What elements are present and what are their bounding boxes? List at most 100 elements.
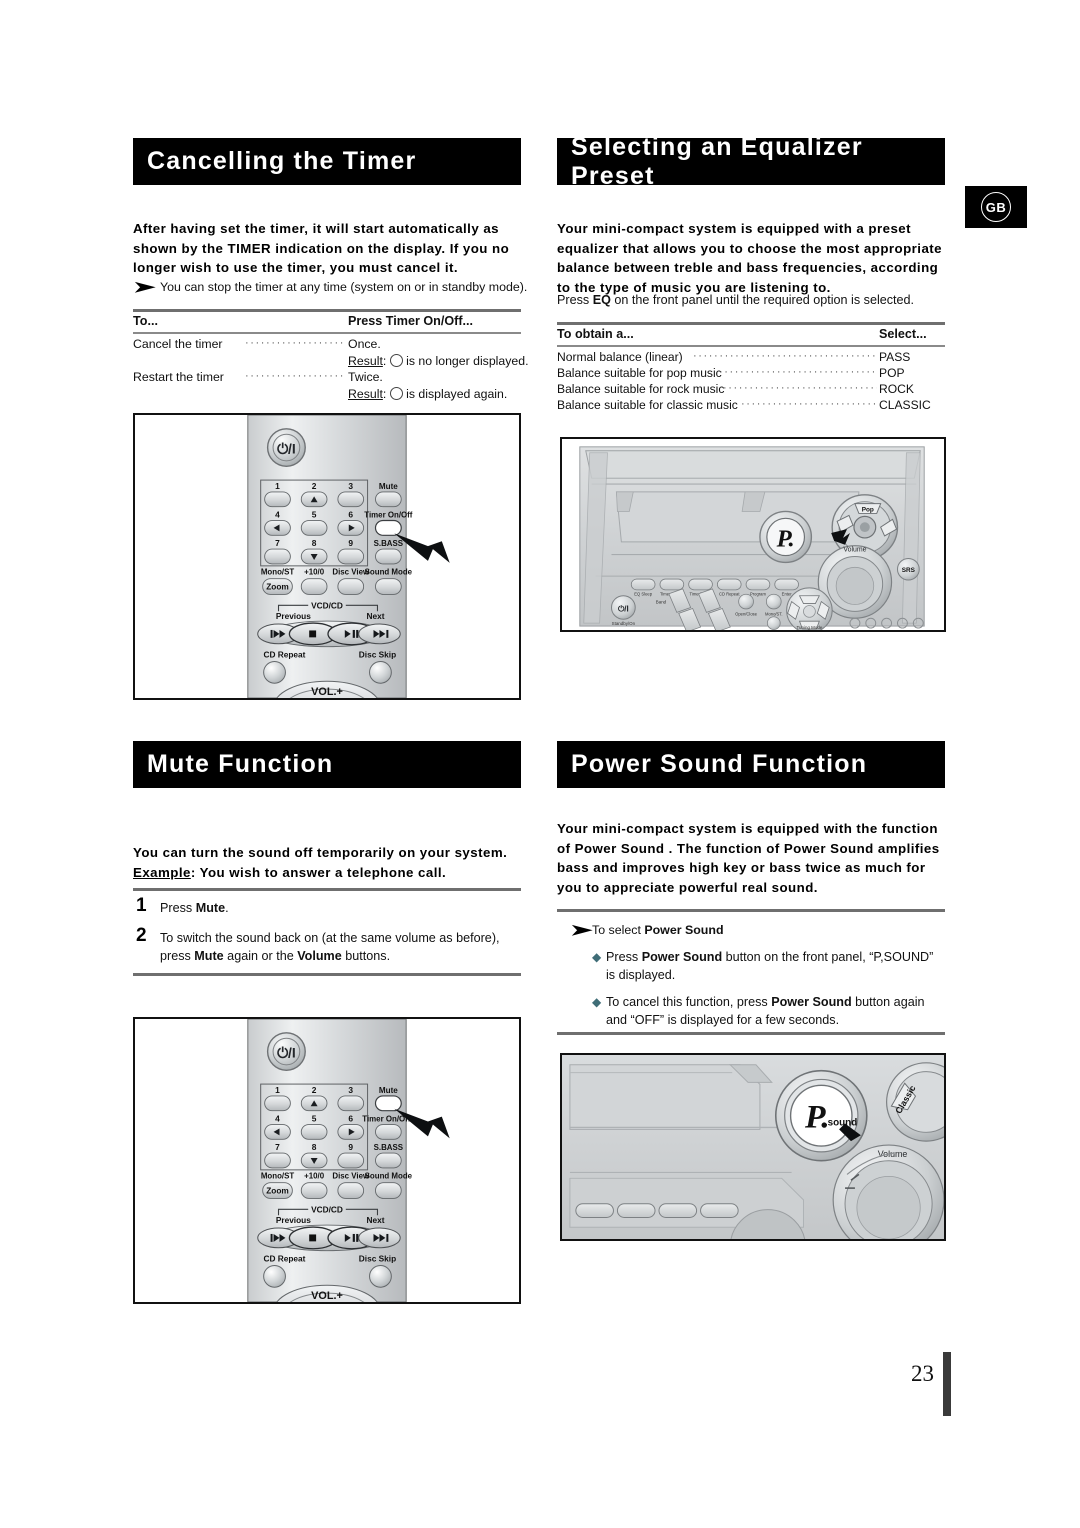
svg-text:⏻/I: ⏻/I (277, 440, 296, 456)
table1-header-col1: To... (133, 314, 158, 328)
leader-dots: ········································… (693, 350, 877, 362)
section-header-power-sound: Power Sound Function (557, 741, 945, 788)
mute-rule-top (133, 888, 521, 891)
table2-row3-value: ROCK (879, 382, 914, 396)
leader-dots: ·························· (245, 337, 345, 349)
svg-text:Sound Mode: Sound Mode (365, 1172, 413, 1181)
svg-text:CD Repeat: CD Repeat (263, 1254, 305, 1264)
table1-top-rule (133, 309, 521, 312)
svg-text:Mono/ST.: Mono/ST. (765, 611, 783, 616)
svg-text:CD Repeat: CD Repeat (263, 650, 305, 660)
svg-text:Volume: Volume (878, 1149, 908, 1159)
svg-text:Previous: Previous (276, 611, 311, 621)
svg-text:9: 9 (348, 1142, 353, 1152)
table1-row1-result-text: is no longer displayed. (406, 354, 529, 368)
svg-text:7: 7 (275, 1142, 280, 1152)
power-sound-bullet-2: To cancel this function, press Power Sou… (606, 995, 925, 1027)
equalizer-instruction: Press EQ on the front panel until the re… (557, 291, 949, 309)
step-number-2: 2 (136, 925, 147, 946)
svg-text:Disc Skip: Disc Skip (359, 650, 396, 660)
table-row: Balance suitable for pop music ·········… (557, 366, 945, 382)
svg-text:7: 7 (275, 538, 280, 548)
cancelling-timer-note: You can stop the timer at any time (syst… (160, 280, 528, 294)
svg-text:CD Repeat: CD Repeat (719, 592, 740, 597)
svg-text:S.BASS: S.BASS (374, 539, 403, 548)
table1-header-col2: Press Timer On/Off... (348, 314, 474, 328)
table1-row2-label: Restart the timer (133, 370, 224, 384)
table1-row2-result: Result: is displayed again. (348, 387, 508, 401)
section-header-equalizer-preset: Selecting an Equalizer Preset (557, 133, 945, 190)
svg-text:3: 3 (348, 481, 353, 491)
mute-intro-line2: Example: You wish to answer a telephone … (133, 864, 447, 880)
svg-text:Open/Close: Open/Close (735, 611, 758, 616)
table2-row1-label: Normal balance (linear) (557, 350, 683, 364)
leader-dots: ········································ (723, 382, 877, 394)
svg-text:Zoom: Zoom (266, 1186, 289, 1196)
diamond-bullet-icon: ◆ (592, 950, 602, 964)
manual-page: GB Cancelling the Timer After having set… (0, 0, 1080, 1528)
result-label: Result (348, 387, 383, 401)
svg-text:Previous: Previous (276, 1215, 311, 1225)
svg-text:Mute: Mute (379, 1086, 398, 1095)
page-number-bar (943, 1352, 951, 1416)
equalizer-instruction-post: on the front panel until the required op… (610, 293, 915, 307)
table2-row2-label: Balance suitable for pop music (557, 366, 722, 380)
table1-row1-label: Cancel the timer (133, 337, 223, 351)
step-number-1: 1 (136, 895, 147, 916)
equalizer-instruction-bold: EQ (592, 293, 611, 307)
svg-text:2: 2 (312, 1085, 317, 1095)
svg-text:Disc Skip: Disc Skip (359, 1254, 396, 1264)
svg-text:4: 4 (275, 1114, 280, 1124)
svg-text:8: 8 (312, 1142, 317, 1152)
table1-header-rule (133, 332, 521, 334)
arrow-bullet-icon: ➤ (570, 922, 594, 939)
svg-text:S.BASS: S.BASS (374, 1143, 403, 1152)
mute-intro-line1: You can turn the sound off temporarily o… (133, 845, 508, 860)
table2-row2-value: POP (879, 366, 905, 380)
svg-text:Standby/On: Standby/On (612, 621, 636, 626)
cancelling-timer-intro: After having set the timer, it will star… (133, 221, 510, 275)
svg-text:VOL.+: VOL.+ (311, 1290, 343, 1302)
table2-row4-label: Balance suitable for classic music (557, 398, 738, 412)
figure-front-panel-power-sound: P. .sound Classic Volume (560, 1053, 946, 1241)
svg-text:Tuning Mode: Tuning Mode (797, 625, 823, 630)
step-text-2: To switch the sound back on (at the same… (160, 931, 500, 963)
svg-text:P.: P. (776, 526, 795, 553)
power-sound-rule-bottom (557, 1032, 945, 1035)
section-title-mute-function: Mute Function (147, 750, 334, 778)
svg-text:Pop: Pop (862, 507, 874, 514)
equalizer-intro: Your mini-compact system is equipped wit… (557, 221, 943, 295)
svg-text:5: 5 (312, 510, 317, 520)
svg-text:Next: Next (367, 611, 385, 621)
table2-header-row: To obtain a... Select... (557, 327, 945, 345)
diamond-bullet-icon: ◆ (592, 995, 602, 1009)
table2-header-col2: Select... (879, 327, 927, 341)
table2-row4-value: CLASSIC (879, 398, 931, 412)
svg-text:3: 3 (348, 1085, 353, 1095)
section-title-cancelling-timer: Cancelling the Timer (147, 147, 417, 175)
svg-text:VOL.+: VOL.+ (311, 686, 343, 698)
leader-dots: ·························· (245, 370, 345, 382)
svg-text:VCD/CD: VCD/CD (311, 600, 343, 610)
table1-row1-result: Result: is no longer displayed. (348, 354, 529, 368)
leader-dots: ··································· (741, 398, 877, 410)
power-sound-bullet-1: Press Power Sound button on the front pa… (606, 950, 934, 982)
mute-rule-bottom (133, 973, 521, 976)
page-number: 23 (911, 1361, 934, 1386)
figure-remote-control-mute: ⏻/I 1 2 3 4 5 6 7 8 9 Mute Timer On/Off … (133, 1017, 521, 1304)
svg-text:Mono/ST: Mono/ST (261, 568, 295, 577)
mute-intro: You can turn the sound off temporarily o… (133, 843, 525, 882)
svg-text:1: 1 (275, 1085, 280, 1095)
section-header-mute-function: Mute Function (133, 741, 521, 788)
svg-text:Band: Band (656, 600, 667, 605)
svg-text:2: 2 (312, 481, 317, 491)
table-row: Balance suitable for rock music ········… (557, 382, 945, 398)
table2-header-rule (557, 345, 945, 347)
svg-text:5: 5 (312, 1114, 317, 1124)
arrow-bullet-icon: ➤ (133, 279, 157, 296)
table1-row2-result-text: is displayed again. (406, 387, 508, 401)
equalizer-instruction-pre: Press (557, 293, 593, 307)
table1-row2-value: Twice. (348, 370, 383, 384)
table2-row1-value: PASS (879, 350, 911, 364)
svg-text:⏻/I: ⏻/I (618, 604, 629, 613)
